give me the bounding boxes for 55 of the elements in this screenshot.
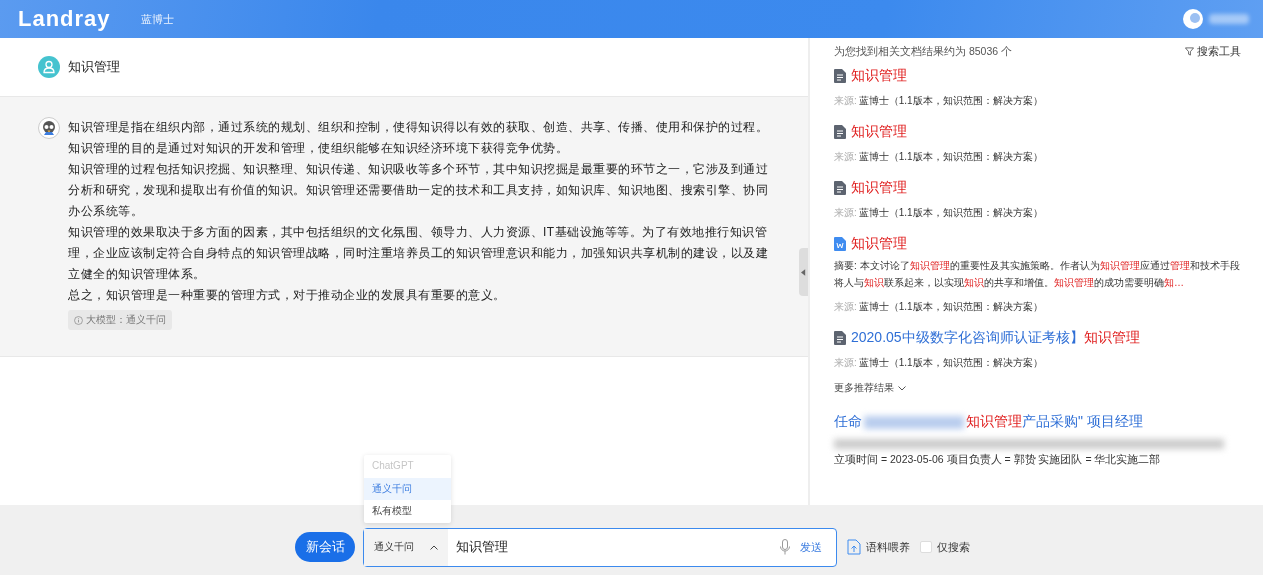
logo: Landray (18, 6, 111, 32)
document-icon (834, 181, 846, 195)
user-avatar-icon (38, 56, 60, 78)
upload-document-icon[interactable] (847, 539, 861, 555)
search-only-checkbox[interactable] (920, 541, 932, 553)
model-select[interactable]: 通义千问 (364, 528, 448, 566)
source-label: 来源: (834, 301, 857, 312)
model-option[interactable]: 私有模型 (364, 500, 451, 523)
source-text: 蓝博士（1.1版本，知识范围：解决方案） (858, 357, 1043, 368)
corpus-feed-link[interactable]: 语料喂养 (866, 539, 910, 555)
answer-paragraph: 总之，知识管理是一种重要的管理方式，对于推动企业的发展具有重要的意义。 (68, 287, 507, 304)
result-title-link[interactable]: 知识管理 (851, 179, 907, 197)
word-file-icon (834, 237, 846, 251)
avatar-icon[interactable] (1183, 9, 1203, 29)
featured-result-details: 立项时间 = 2023-05-06 项目负责人 = 郭贽 实施团队 = 华北实施二部 (834, 453, 1162, 467)
model-tag-text: 大模型：通义千问 (86, 313, 166, 327)
chat-input-box[interactable]: 通义千问 知识管理 发送 (363, 527, 837, 567)
caret-up-icon (430, 544, 438, 550)
app-name: 蓝博士 (140, 11, 174, 27)
source-label: 来源: (834, 95, 857, 106)
answer-paragraph: 知识管理的过程包括知识挖掘、知识整理、知识传递、知识吸收等多个环节，其中知识挖掘是最重要的环节之一，它涉及到通过分析和研究，发现和提取出有价值的知识。知识管理还需要借助一定的技术和工具支持，如知识库、知识地图、搜索引擎、协同办公系统等。 (68, 161, 769, 220)
more-results-button[interactable]: 更多推荐结果 (834, 381, 906, 395)
caret-left-icon (801, 268, 806, 276)
info-icon (74, 315, 83, 325)
model-option: ChatGPT (364, 455, 451, 478)
chevron-down-icon (898, 385, 906, 391)
send-link[interactable]: 发送 (800, 539, 822, 555)
collapse-handle[interactable] (799, 248, 808, 296)
result-title-link[interactable]: 知识管理 (851, 67, 907, 85)
source-text: 蓝博士（1.1版本，知识范围：解决方案） (858, 95, 1043, 106)
robot-avatar-icon (38, 117, 60, 139)
source-label: 来源: (834, 151, 857, 162)
answer-paragraph: 知识管理的效果取决于多方面的因素，其中包括组织的文化氛围、领导力、人力资源、IT基础设施等等。为了有效地推行知识管理，企业应该制定符合自身特点的知识管理战略，同时注重培养员工的知识管理意识和能力，加强知识共享机制的建设，以及建立健全的知识管理体系。 (68, 224, 769, 283)
result-title-link[interactable]: 知识管理 (851, 123, 907, 141)
answer-paragraph: 知识管理是指在组织内部，通过系统的规划、组织和控制，使得知识得以有效的获取、创造、共享、传播、使用和保护的过程。知识管理的目的是通过对知识的开发和管理，使组织能够在知识经济环境下获得竞争优势。 (68, 119, 769, 157)
model-option[interactable]: 通义千问 (364, 477, 451, 500)
new-chat-button[interactable]: 新会话 (295, 532, 355, 562)
result-title-link[interactable]: 2020.05中级数字化咨询师认证考核】知识管理 (851, 329, 1140, 347)
search-only-label: 仅搜索 (937, 539, 970, 555)
result-summary: 为您找到相关文档结果约为 85036 个 (834, 44, 1013, 59)
question-text: 知识管理 (68, 58, 120, 76)
source-label: 来源: (834, 357, 857, 368)
featured-result-title-link[interactable]: 任命 知识管理产品采购" 项目经理 (834, 413, 1241, 431)
result-title-link[interactable]: 知识管理 (851, 235, 907, 253)
document-icon (834, 125, 846, 139)
document-icon (834, 69, 846, 83)
source-text: 蓝博士（1.1版本，知识范围：解决方案） (858, 151, 1043, 162)
source-text: 蓝博士（1.1版本，知识范围：解决方案） (858, 207, 1043, 218)
filter-icon (1185, 47, 1194, 56)
source-label: 来源: (834, 207, 857, 218)
source-text: 蓝博士（1.1版本，知识范围：解决方案） (858, 301, 1043, 312)
microphone-icon[interactable] (780, 539, 790, 555)
search-tools-button[interactable]: 搜索工具 (1185, 44, 1241, 59)
result-abstract: 摘要: 本文讨论了知识管理的重要性及其实施策略。作者认为知识管理应通过管理和技术手段将人与知识联系起来，以实现知识的共享和增值。知识管理的成功需要明确知… (834, 259, 1241, 290)
document-icon (834, 331, 846, 345)
